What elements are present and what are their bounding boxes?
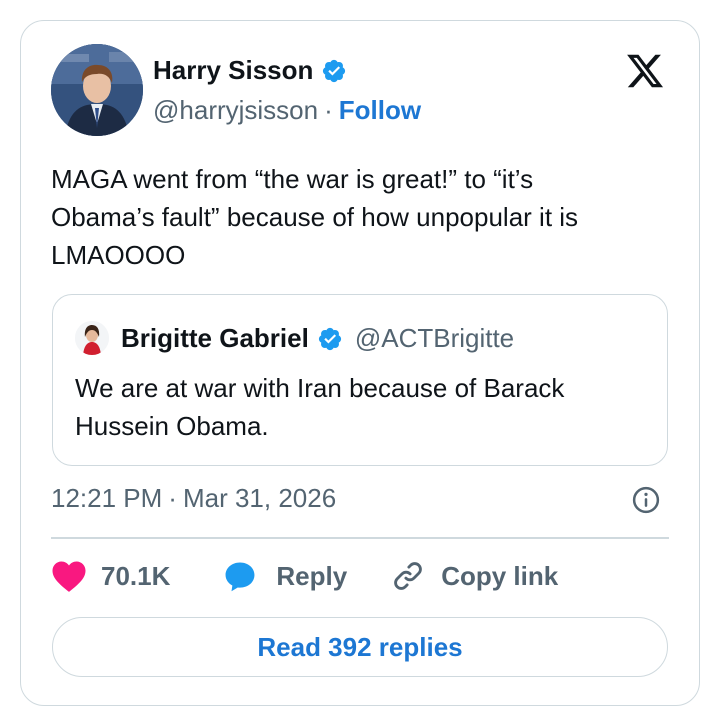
- quoted-author-name[interactable]: Brigitte Gabriel: [121, 323, 309, 354]
- tweet-date[interactable]: Mar 31, 2026: [183, 483, 336, 514]
- heart-icon: [52, 561, 86, 592]
- tweet-text: MAGA went from “the war is great!” to “i…: [51, 164, 579, 270]
- quoted-author-avatar[interactable]: [75, 321, 109, 355]
- author-name-row: Harry Sisson: [153, 55, 347, 86]
- reply-label: Reply: [276, 560, 348, 591]
- tweet-timestamp[interactable]: 12:21 PM · Mar 31, 2026: [51, 483, 336, 514]
- copy-link-label: Copy link: [441, 560, 559, 591]
- quoted-header: Brigitte Gabriel @ACTBrigitte: [121, 323, 514, 354]
- timestamp-separator: ·: [168, 483, 177, 513]
- tweet-time[interactable]: 12:21 PM: [51, 483, 162, 514]
- verified-badge-icon: [318, 327, 341, 350]
- follow-button[interactable]: Follow: [339, 95, 421, 126]
- info-icon[interactable]: [631, 485, 661, 515]
- quoted-tweet[interactable]: Brigitte Gabriel @ACTBrigitte We are at …: [52, 294, 668, 466]
- divider: [51, 537, 669, 539]
- tweet-card[interactable]: Harry Sisson @harryjsisson · Follow MAGA…: [20, 20, 700, 706]
- speech-bubble-icon: [225, 562, 255, 592]
- handle-separator: ·: [324, 95, 333, 125]
- author-handle-row: @harryjsisson · Follow: [153, 95, 421, 126]
- quoted-author-handle[interactable]: @ACTBrigitte: [355, 323, 514, 354]
- like-count: 70.1K: [101, 560, 171, 591]
- quoted-text: We are at war with Iran because of Barac…: [75, 373, 565, 441]
- read-replies-button[interactable]: Read 392 replies: [52, 617, 668, 677]
- link-icon: [394, 562, 422, 590]
- action-bar: 70.1K Reply Copy link: [51, 559, 558, 593]
- verified-badge-icon: [323, 59, 346, 82]
- author-avatar[interactable]: [51, 44, 143, 136]
- author-name[interactable]: Harry Sisson: [153, 55, 313, 86]
- like-button[interactable]: 70.1K: [51, 559, 222, 593]
- reply-button[interactable]: Reply: [222, 559, 391, 593]
- x-logo-icon[interactable]: [623, 51, 667, 91]
- copy-link-button[interactable]: Copy link: [391, 559, 558, 593]
- author-handle[interactable]: @harryjsisson: [153, 95, 318, 126]
